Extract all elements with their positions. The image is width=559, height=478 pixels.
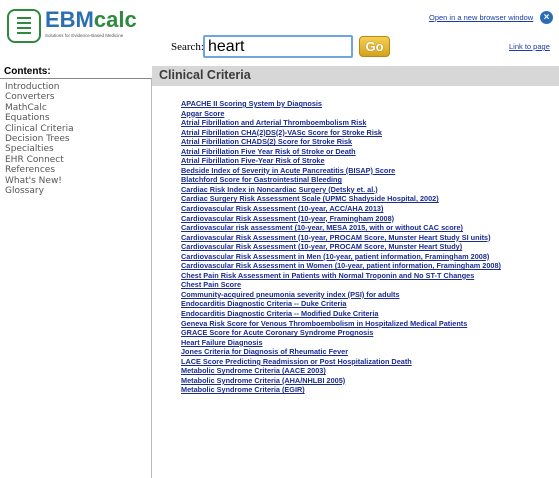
ebmcalc-logo[interactable]: EBMcalc Solutions for Evidence-Based Med…	[7, 7, 137, 43]
sidebar-item-glossary[interactable]: Glossary	[5, 186, 151, 196]
sidebar-item-converters[interactable]: Converters	[5, 92, 151, 102]
list-item: Chest Pain Risk Assessment in Patients w…	[181, 269, 501, 280]
list-item: Cardiovascular risk assessment (10-year,…	[181, 221, 501, 232]
calculator-icon	[7, 9, 41, 43]
list-item: Endocarditis Diagnostic Criteria -- Modi…	[181, 307, 501, 318]
list-item: Community-acquired pneumonia severity in…	[181, 288, 501, 299]
list-item: Cardiovascular Risk Assessment (10-year,…	[181, 231, 501, 242]
list-item: LACE Score Predicting Readmission or Pos…	[181, 355, 501, 366]
contents-heading: Contents:	[4, 66, 51, 77]
list-item: Bedside Index of Severity in Acute Pancr…	[181, 164, 501, 175]
go-button[interactable]: Go	[359, 36, 390, 57]
list-item: Atrial Fibrillation and Arterial Thrombo…	[181, 116, 501, 127]
link-to-page[interactable]: Link to page	[509, 42, 550, 51]
list-item: Cardiovascular Risk Assessment in Women …	[181, 259, 501, 270]
page-title: Clinical Criteria	[159, 68, 251, 82]
open-in-new-window-link[interactable]: Open in a new browser window	[429, 13, 533, 22]
logo-tagline: Solutions for Evidence-Based Medicine	[45, 33, 124, 38]
sidebar-item-references[interactable]: References	[5, 165, 151, 175]
sidebar-item-decision-trees[interactable]: Decision Trees	[5, 134, 151, 144]
list-item: Jones Criteria for Diagnosis of Rheumati…	[181, 345, 501, 356]
criteria-link[interactable]: Metabolic Syndrome Criteria (EGIR)	[181, 385, 305, 394]
search-label: Search:	[171, 41, 204, 53]
header: EBMcalc Solutions for Evidence-Based Med…	[0, 0, 559, 68]
list-item: Atrial Fibrillation Five Year Risk of St…	[181, 145, 501, 156]
list-item: Cardiovascular Risk Assessment (10-year,…	[181, 212, 501, 223]
sidebar-item-equations[interactable]: Equations	[5, 113, 151, 123]
sidebar: Introduction Converters MathCalc Equations C…	[0, 78, 152, 478]
sidebar-item-mathcalc[interactable]: MathCalc	[5, 103, 151, 113]
criteria-list: APACHE II Scoring System by Diagnosis Apg…	[181, 97, 501, 394]
list-item: Atrial Fibrillation CHA(2)DS(2)-VASc Sco…	[181, 126, 501, 137]
list-item: Cardiac Risk Index in Noncardiac Surgery…	[181, 183, 501, 194]
sidebar-item-ehr-connect[interactable]: EHR Connect	[5, 155, 151, 165]
list-item: Endocarditis Diagnostic Criteria -- Duke…	[181, 297, 501, 308]
list-item: Atrial Fibrillation CHADS(2) Score for S…	[181, 135, 501, 146]
list-item: Geneva Risk Score for Venous Thromboembo…	[181, 317, 501, 328]
sidebar-list: Introduction Converters MathCalc Equations C…	[0, 79, 151, 196]
sidebar-item-clinical-criteria[interactable]: Clinical Criteria	[5, 124, 151, 134]
list-item: Cardiovascular Risk Assessment in Men (1…	[181, 250, 501, 261]
search-input[interactable]	[203, 35, 353, 58]
list-item: APACHE II Scoring System by Diagnosis	[181, 97, 501, 108]
list-item: Metabolic Syndrome Criteria (AHA/NHLBI 2…	[181, 374, 501, 385]
list-item: Cardiovascular Risk Assessment (10-year,…	[181, 202, 501, 213]
sidebar-item-introduction[interactable]: Introduction	[5, 82, 151, 92]
sidebar-item-what-s-new[interactable]: What's New!	[5, 176, 151, 186]
list-item: Cardiovascular Risk Assessment (10-year,…	[181, 240, 501, 251]
list-item: Cardiac Surgery Risk Assessment Scale (U…	[181, 192, 501, 203]
close-icon[interactable]: ×	[540, 11, 553, 24]
logo-wordmark: EBMcalc	[45, 7, 137, 32]
title-bar: Clinical Criteria	[152, 66, 559, 86]
list-item: Blatchford Score for Gastrointestinal Bl…	[181, 173, 501, 184]
sidebar-item-specialties[interactable]: Specialties	[5, 144, 151, 154]
